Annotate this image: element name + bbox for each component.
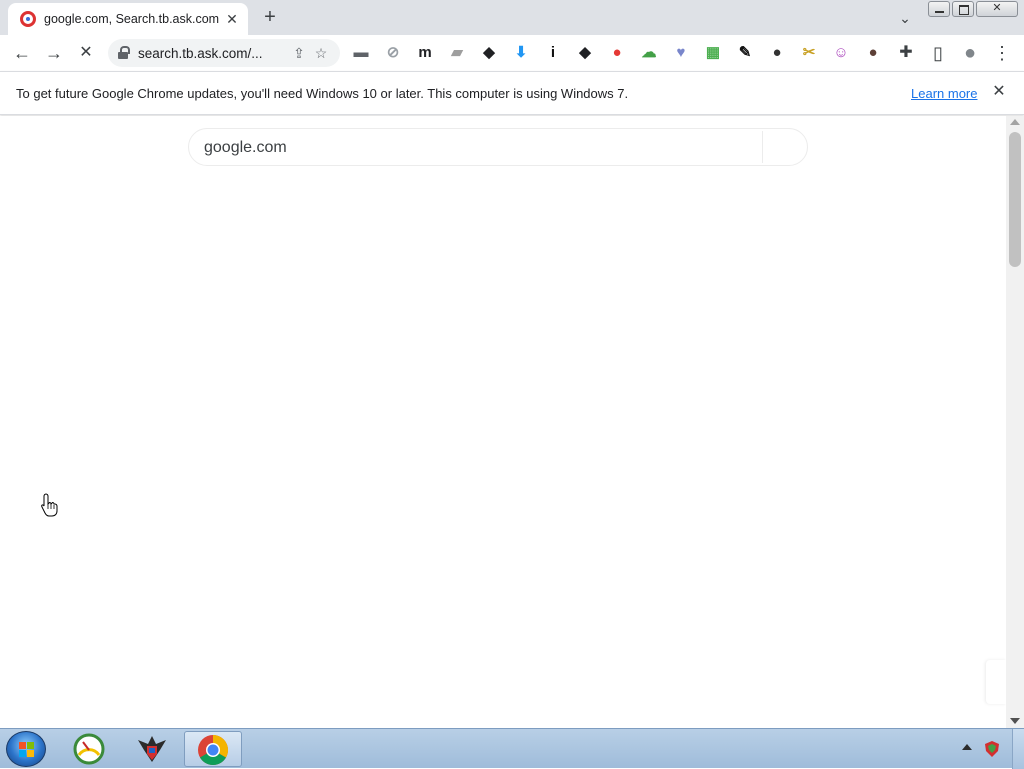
chrome-logo-icon bbox=[198, 735, 229, 766]
start-button[interactable] bbox=[6, 731, 46, 767]
back-arrow-icon[interactable]: ← bbox=[9, 40, 35, 66]
ask-favicon-icon bbox=[20, 11, 36, 27]
bookmark-star-icon[interactable]: ☆ bbox=[310, 45, 332, 62]
vertical-scrollbar[interactable] bbox=[1006, 116, 1024, 728]
tab-search-chevron-icon[interactable]: ⌄ bbox=[894, 7, 916, 29]
floating-side-button[interactable] bbox=[986, 660, 1006, 704]
windows-flag-icon bbox=[19, 742, 34, 757]
taskbar-chrome-app[interactable] bbox=[184, 731, 242, 767]
folder-extension-icon[interactable]: ▬ bbox=[352, 44, 370, 62]
scroll-up-arrow-icon[interactable] bbox=[1010, 119, 1020, 125]
card-extension-icon[interactable]: ▰ bbox=[448, 44, 466, 62]
scrollbar-thumb[interactable] bbox=[1009, 132, 1021, 267]
graduation-cap-extension-icon[interactable]: ◆ bbox=[576, 44, 594, 62]
update-infobar: To get future Google Chrome updates, you… bbox=[0, 71, 1024, 115]
window-minimize-button[interactable] bbox=[928, 1, 950, 17]
infobar-message: To get future Google Chrome updates, you… bbox=[16, 86, 629, 101]
lock-icon[interactable] bbox=[118, 46, 130, 60]
m-extension-icon[interactable]: m bbox=[416, 44, 434, 62]
stop-loading-icon[interactable]: ✕ bbox=[73, 40, 99, 66]
tray-expand-arrow-icon[interactable] bbox=[962, 744, 972, 750]
side-panel-icon[interactable]: ▯ bbox=[925, 40, 951, 66]
download-extension-icon[interactable]: ⬇ bbox=[512, 44, 530, 62]
tab-strip: google.com, Search.tb.ask.com ✕ + ⌄ bbox=[0, 0, 1024, 35]
extensions-puzzle-icon[interactable]: ✚ bbox=[893, 40, 919, 66]
chrome-menu-icon[interactable]: ⋮ bbox=[989, 40, 1015, 66]
share-icon[interactable]: ⇪ bbox=[288, 45, 310, 62]
speedometer-icon bbox=[73, 733, 105, 765]
info-extension-icon[interactable]: i bbox=[544, 44, 562, 62]
profile-avatar-icon[interactable]: ● bbox=[957, 40, 983, 66]
browser-tab[interactable]: google.com, Search.tb.ask.com ✕ bbox=[8, 3, 248, 35]
infobar-close-icon[interactable]: ✕ bbox=[990, 83, 1008, 101]
windows-taskbar bbox=[0, 728, 1024, 769]
search-input-value[interactable]: google.com bbox=[204, 139, 287, 157]
show-desktop-button[interactable] bbox=[1012, 729, 1024, 769]
edit-box-extension-icon[interactable]: ✎ bbox=[736, 44, 754, 62]
browser-toolbar: ← → ✕ search.tb.ask.com/... ⇪ ☆ ▬ ⊘ m ▰ ◆ ⬇ i ◆… bbox=[0, 35, 1024, 71]
taskbar-speedometer-app[interactable] bbox=[62, 731, 118, 767]
shield-extension-icon[interactable]: ◆ bbox=[480, 44, 498, 62]
page-content: google.com bbox=[0, 116, 1006, 728]
hand-cursor-icon bbox=[41, 493, 58, 517]
video-record-extension-icon[interactable]: ● bbox=[608, 44, 626, 62]
address-bar[interactable]: search.tb.ask.com/... ⇪ ☆ bbox=[108, 39, 340, 67]
tab-close-icon[interactable]: ✕ bbox=[224, 11, 240, 27]
window-restore-button[interactable] bbox=[952, 1, 974, 17]
search-divider bbox=[762, 131, 763, 163]
tab-title: google.com, Search.tb.ask.com bbox=[44, 12, 220, 26]
compass-extension-icon[interactable]: ⊘ bbox=[384, 44, 402, 62]
screenshot-extension-icon[interactable]: ▦ bbox=[704, 44, 722, 62]
paint-extension-icon[interactable]: ✂ bbox=[800, 44, 818, 62]
tray-shield-icon[interactable] bbox=[984, 740, 1000, 758]
eagle-shield-icon bbox=[138, 736, 166, 762]
smiley-extension-icon[interactable]: ☺ bbox=[832, 44, 850, 62]
learn-more-link[interactable]: Learn more bbox=[911, 86, 977, 101]
new-tab-button[interactable]: + bbox=[258, 5, 282, 29]
cloud-extension-icon[interactable]: ☁ bbox=[640, 44, 658, 62]
ninja-extension-icon[interactable]: ● bbox=[768, 44, 786, 62]
heart-extension-icon[interactable]: ♥ bbox=[672, 44, 690, 62]
forward-arrow-icon[interactable]: → bbox=[41, 40, 67, 66]
scroll-down-arrow-icon[interactable] bbox=[1010, 718, 1020, 724]
window-close-button[interactable] bbox=[976, 1, 1018, 17]
taskbar-security-app[interactable] bbox=[124, 731, 180, 767]
bear-extension-icon[interactable]: ● bbox=[864, 44, 882, 62]
address-url[interactable]: search.tb.ask.com/... bbox=[138, 46, 288, 61]
search-input[interactable]: google.com bbox=[188, 128, 808, 166]
